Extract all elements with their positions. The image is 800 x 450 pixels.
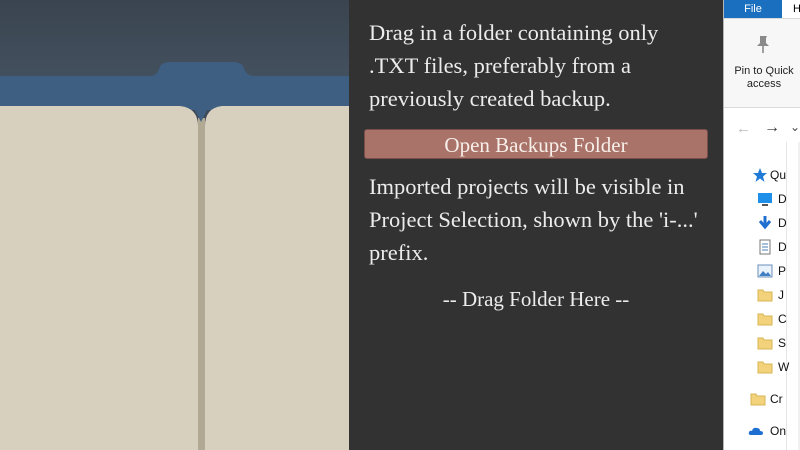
import-backup-panel[interactable]: Drag in a folder containing only .TXT fi… xyxy=(349,0,723,450)
tree-item-label: Qu xyxy=(770,168,787,182)
tree-item-documents[interactable]: D xyxy=(724,235,800,259)
folder-icon xyxy=(757,361,773,374)
ribbon-clipboard-group: Pin to Quick access xyxy=(724,18,800,108)
tree-item-desktop[interactable]: D xyxy=(724,187,800,211)
tab-file[interactable]: File xyxy=(724,0,782,18)
picture-icon xyxy=(757,264,773,278)
book-spine xyxy=(198,118,205,450)
folder-icon xyxy=(757,313,773,326)
left-page xyxy=(0,106,198,450)
tree-item-onedrive[interactable]: On xyxy=(724,419,800,443)
tree-item-label: D xyxy=(778,192,787,206)
folder-icon xyxy=(757,337,773,350)
tree-item-label: D xyxy=(778,216,787,230)
tree-item-label: On xyxy=(770,424,787,438)
tree-item-label: D xyxy=(778,240,787,254)
book-illustration xyxy=(0,0,349,450)
open-backups-folder-button[interactable]: Open Backups Folder xyxy=(364,129,708,159)
document-icon xyxy=(759,239,771,255)
pin-to-quick-access-button[interactable]: Pin to Quick access xyxy=(728,65,800,91)
file-explorer-window[interactable]: File H Pin to Quick access ← → ⌄ Qu D D xyxy=(723,0,800,450)
right-page xyxy=(205,106,349,450)
tree-item-pictures[interactable]: P xyxy=(724,259,800,283)
imported-projects-note: Imported projects will be visible in Pro… xyxy=(369,174,698,265)
chevron-down-icon[interactable]: ⌄ xyxy=(790,120,800,134)
tree-item-quick-access[interactable]: Qu xyxy=(724,163,800,187)
tree-item-label: C xyxy=(778,312,787,326)
pin-icon[interactable] xyxy=(752,33,774,55)
tree-item-label: J xyxy=(778,288,784,302)
navigation-bar: ← → ⌄ xyxy=(724,118,800,142)
arrow-right-icon[interactable]: → xyxy=(764,119,780,137)
tree-item-folder-s[interactable]: S xyxy=(724,331,800,355)
tree-item-downloads[interactable]: D xyxy=(724,211,800,235)
folder-icon xyxy=(757,289,773,302)
tree-item-label: S xyxy=(778,336,787,350)
tree-item-folder-j[interactable]: J xyxy=(724,283,800,307)
tree-item-folder-cr[interactable]: Cr xyxy=(724,387,800,411)
tree-item-label: Cr xyxy=(770,392,783,406)
drag-folder-drop-zone[interactable]: -- Drag Folder Here -- xyxy=(369,282,703,316)
tree-item-folder-w[interactable]: W xyxy=(724,355,800,379)
tree-item-folder-c[interactable]: C xyxy=(724,307,800,331)
tree-item-label: P xyxy=(778,264,787,278)
ribbon-tabs: File H xyxy=(724,0,800,18)
instructions-text: Drag in a folder containing only .TXT fi… xyxy=(369,20,659,111)
arrow-left-icon[interactable]: ← xyxy=(736,120,751,137)
cloud-icon xyxy=(748,427,763,435)
download-icon xyxy=(758,216,772,230)
desktop-icon xyxy=(758,193,772,206)
book-graphic xyxy=(0,0,349,450)
tab-home[interactable]: H xyxy=(793,0,800,18)
tree-item-label: W xyxy=(778,360,790,374)
star-icon xyxy=(753,168,767,182)
folder-icon xyxy=(750,393,766,406)
